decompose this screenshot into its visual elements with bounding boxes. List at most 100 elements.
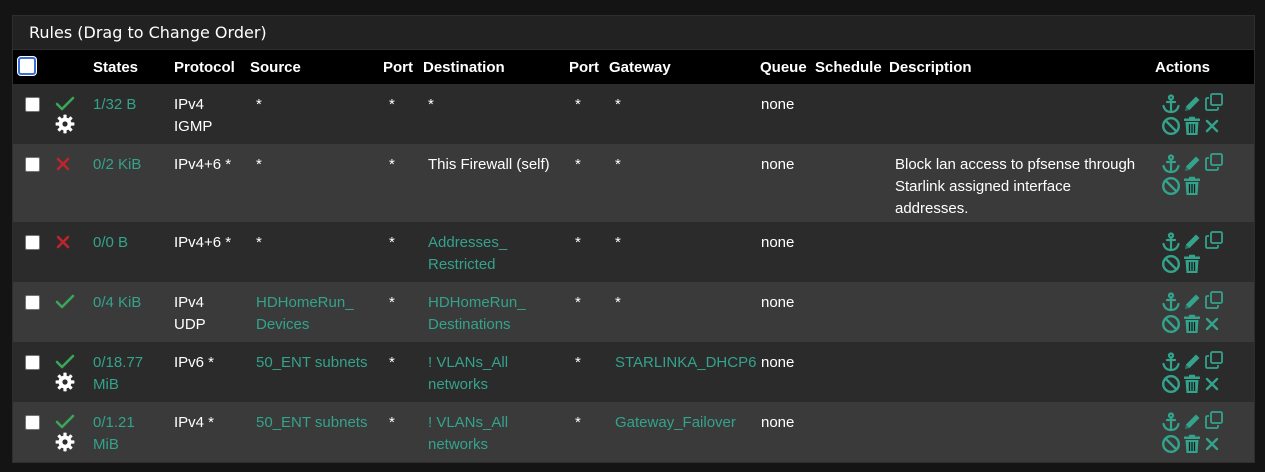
pencil-icon[interactable]	[1182, 352, 1202, 376]
rules-table: States Protocol Source Port Destination …	[13, 50, 1254, 462]
anchor-icon[interactable]	[1161, 94, 1181, 118]
trash-icon[interactable]	[1182, 254, 1202, 278]
pencil-icon[interactable]	[1182, 412, 1202, 436]
states-value[interactable]: 0/1.21	[93, 412, 174, 434]
pencil-icon[interactable]	[1182, 154, 1202, 178]
disable-icon[interactable]	[1161, 116, 1181, 140]
col-protocol[interactable]: Protocol	[174, 50, 250, 84]
block-x-icon[interactable]	[55, 156, 93, 172]
states-value[interactable]: 1/32 B	[93, 94, 174, 116]
destination-value[interactable]: ! VLANs_All	[428, 412, 569, 434]
pencil-icon[interactable]	[1182, 232, 1202, 256]
destination-value[interactable]: Addresses_	[428, 232, 569, 254]
destination-value[interactable]: ! VLANs_All	[428, 352, 569, 374]
destination-value-2[interactable]: Destinations	[428, 314, 569, 336]
trash-icon[interactable]	[1182, 176, 1202, 200]
row-checkbox[interactable]	[25, 415, 40, 430]
pass-check-icon[interactable]	[55, 96, 93, 112]
disable-icon[interactable]	[1161, 374, 1181, 398]
block-x-icon[interactable]	[55, 234, 93, 250]
copy-icon[interactable]	[1204, 410, 1224, 434]
row-checkbox[interactable]	[25, 235, 40, 250]
protocol-cell: IPv4 IGMP	[174, 84, 250, 144]
pass-check-icon[interactable]	[55, 414, 93, 430]
select-all-checkbox[interactable]	[18, 57, 36, 75]
source-port-cell: *	[383, 402, 423, 462]
copy-icon[interactable]	[1204, 350, 1224, 374]
anchor-icon[interactable]	[1161, 352, 1181, 376]
destination-value-2[interactable]: networks	[428, 374, 569, 396]
states-value-unit[interactable]: MiB	[93, 434, 174, 456]
row-checkbox[interactable]	[25, 355, 40, 370]
anchor-icon[interactable]	[1161, 232, 1181, 256]
col-port[interactable]: Port	[383, 50, 423, 84]
anchor-icon[interactable]	[1161, 292, 1181, 316]
copy-icon[interactable]	[1204, 152, 1224, 176]
states-value[interactable]: 0/18.77	[93, 352, 174, 374]
source-value[interactable]: HDHomeRun_	[256, 292, 383, 314]
pass-check-icon[interactable]	[55, 354, 93, 370]
rule-row[interactable]: 0/18.77 MiB IPv6 * 50_ENT subnets * ! VLANs_A…	[13, 342, 1254, 402]
gear-icon[interactable]	[55, 432, 93, 452]
col-states[interactable]: States	[93, 50, 174, 84]
gateway-value[interactable]: Gateway_Failover	[615, 412, 760, 434]
gateway-value[interactable]: STARLINKA_DHCP6	[615, 352, 760, 374]
states-value[interactable]: 0/0 B	[93, 232, 174, 254]
col-source[interactable]: Source	[250, 50, 383, 84]
select-cell	[13, 342, 47, 402]
disable-icon[interactable]	[1161, 314, 1181, 338]
rule-row[interactable]: 0/4 KiB IPv4 UDP HDHomeRun_ Devices * HDHomeRu…	[13, 282, 1254, 342]
delete-x-icon[interactable]	[1205, 377, 1219, 395]
source-value-2[interactable]: Devices	[256, 314, 383, 336]
source-value: *	[256, 156, 262, 173]
row-checkbox[interactable]	[25, 295, 40, 310]
source-port-value: *	[389, 354, 395, 371]
pencil-icon[interactable]	[1182, 292, 1202, 316]
col-port[interactable]: Port	[569, 50, 609, 84]
gear-icon[interactable]	[55, 114, 93, 134]
states-value[interactable]: 0/2 KiB	[93, 154, 174, 176]
disable-icon[interactable]	[1161, 254, 1181, 278]
delete-x-icon[interactable]	[1205, 437, 1219, 455]
trash-icon[interactable]	[1182, 374, 1202, 398]
source-value[interactable]: 50_ENT subnets	[256, 352, 383, 374]
col-queue[interactable]: Queue	[760, 50, 815, 84]
source-value[interactable]: 50_ENT subnets	[256, 412, 383, 434]
rule-row[interactable]: 0/1.21 MiB IPv4 * 50_ENT subnets * ! VLANs_Al…	[13, 402, 1254, 462]
col-actions: Actions	[1155, 50, 1254, 84]
rule-row[interactable]: 0/2 KiB IPv4+6 * * * This Firewall (self) * * n…	[13, 144, 1254, 222]
pencil-icon[interactable]	[1182, 94, 1202, 118]
col-description[interactable]: Description	[889, 50, 1155, 84]
anchor-icon[interactable]	[1161, 412, 1181, 436]
description-cell: Block lan access to pfsense through Starl…	[889, 144, 1155, 222]
destination-value-2[interactable]: networks	[428, 434, 569, 456]
destination-value-2[interactable]: Restricted	[428, 254, 569, 276]
delete-x-icon[interactable]	[1205, 317, 1219, 335]
delete-x-icon[interactable]	[1205, 119, 1219, 137]
col-gateway[interactable]: Gateway	[609, 50, 760, 84]
copy-icon[interactable]	[1204, 230, 1224, 254]
copy-icon[interactable]	[1204, 92, 1224, 116]
col-schedule[interactable]: Schedule	[815, 50, 889, 84]
trash-icon[interactable]	[1182, 434, 1202, 458]
states-cell: 0/0 B	[93, 222, 174, 282]
actions-cell	[1155, 402, 1254, 462]
disable-icon[interactable]	[1161, 176, 1181, 200]
disable-icon[interactable]	[1161, 434, 1181, 458]
queue-cell: none	[760, 222, 815, 282]
trash-icon[interactable]	[1182, 314, 1202, 338]
row-checkbox[interactable]	[25, 157, 40, 172]
destination-value[interactable]: HDHomeRun_	[428, 292, 569, 314]
trash-icon[interactable]	[1182, 116, 1202, 140]
copy-icon[interactable]	[1204, 290, 1224, 314]
rule-row[interactable]: 0/0 B IPv4+6 * * * Addresses_ Restricted * * non…	[13, 222, 1254, 282]
pass-check-icon[interactable]	[55, 294, 93, 310]
col-destination[interactable]: Destination	[423, 50, 569, 84]
row-checkbox[interactable]	[25, 97, 40, 112]
schedule-cell	[815, 282, 889, 342]
states-value-unit[interactable]: MiB	[93, 374, 174, 396]
anchor-icon[interactable]	[1161, 154, 1181, 178]
gear-icon[interactable]	[55, 372, 93, 392]
rule-row[interactable]: 1/32 B IPv4 IGMP * * * * * none	[13, 84, 1254, 144]
states-value[interactable]: 0/4 KiB	[93, 292, 174, 314]
